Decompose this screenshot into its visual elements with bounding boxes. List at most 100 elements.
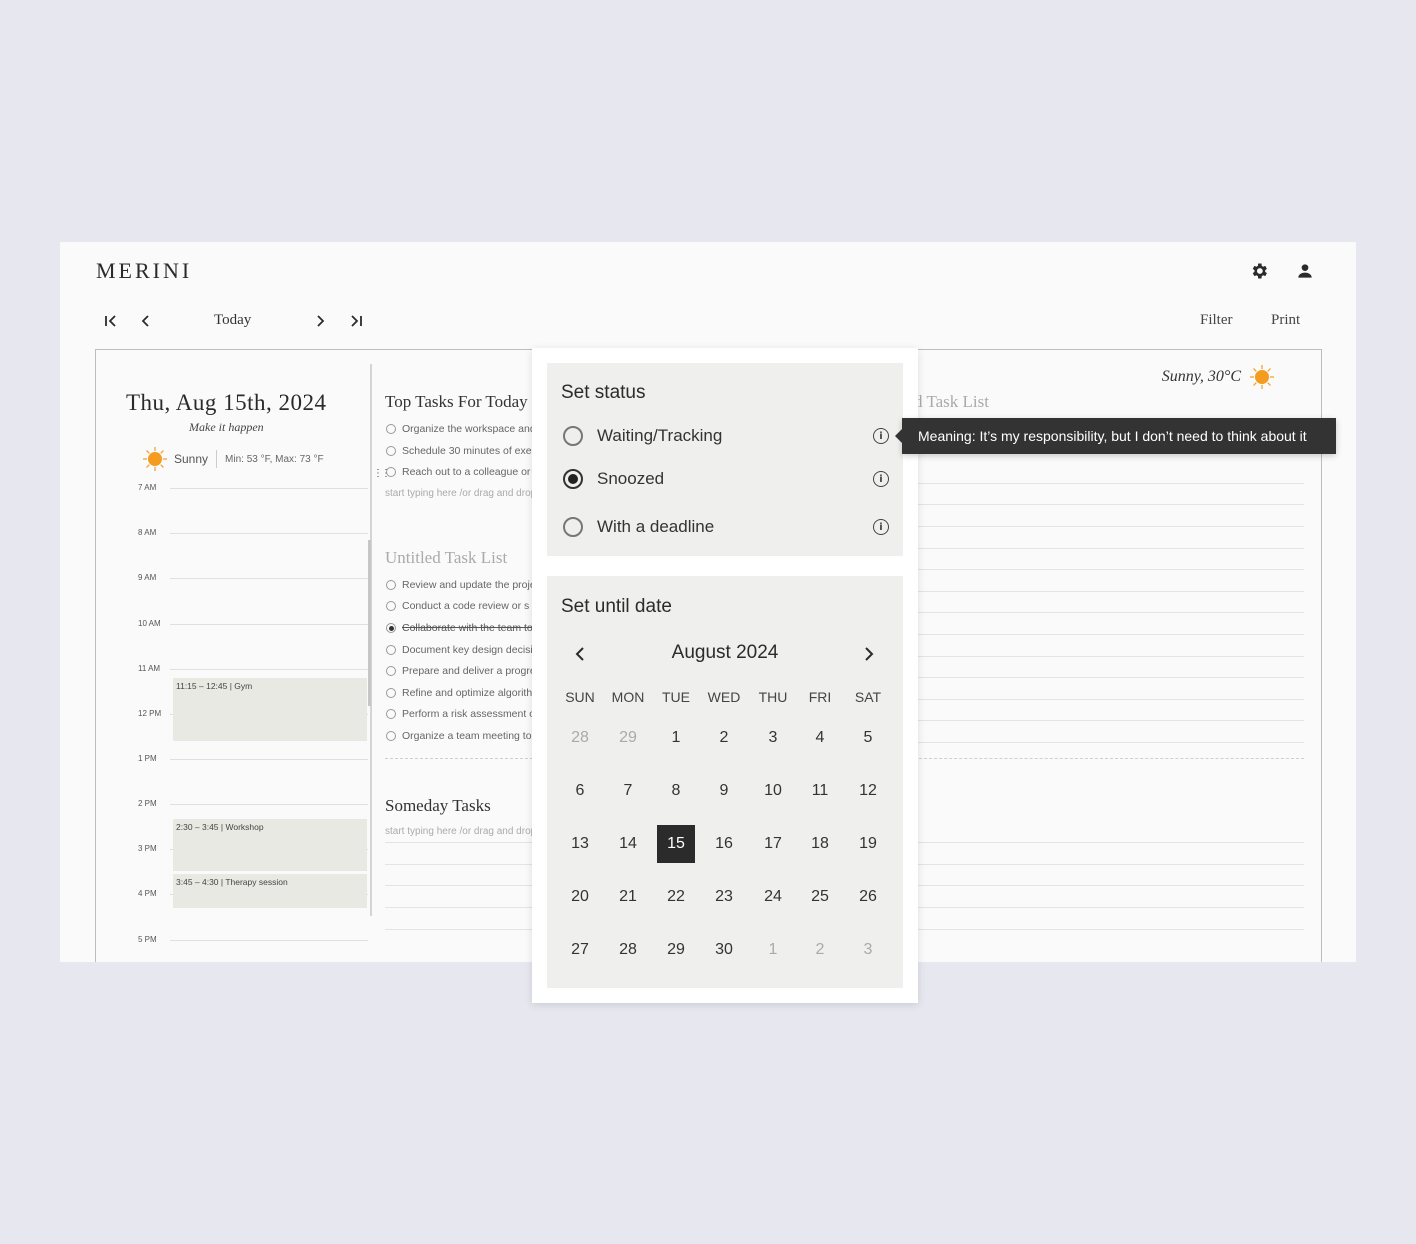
sun-icon: [1250, 365, 1274, 389]
calendar-day[interactable]: 25: [801, 878, 839, 916]
calendar-event[interactable]: 11:15 – 12:45 | Gym: [173, 678, 367, 741]
calendar-day[interactable]: 29: [657, 931, 695, 969]
task-item[interactable]: Organize the workspace and: [386, 423, 532, 435]
calendar-day[interactable]: 14: [609, 825, 647, 863]
calendar-day[interactable]: 2: [801, 931, 839, 969]
new-task-input[interactable]: start typing here /or drag and drop: [385, 826, 533, 837]
calendar-day[interactable]: 24: [754, 878, 792, 916]
task-item[interactable]: Reach out to a colleague or: [386, 466, 532, 478]
calendar-day[interactable]: 8: [657, 772, 695, 810]
task-item[interactable]: Collaborate with the team to: [386, 622, 532, 634]
list-title-untitled[interactable]: Untitled Task List: [385, 548, 507, 568]
calendar-day[interactable]: 16: [705, 825, 743, 863]
weekday-label: THU: [758, 689, 788, 705]
status-option-snoozed[interactable]: Snoozed i: [563, 464, 889, 494]
gear-icon[interactable]: [1247, 259, 1271, 283]
task-checkbox[interactable]: [386, 580, 396, 590]
list-title-someday[interactable]: Someday Tasks: [385, 796, 491, 816]
calendar-day[interactable]: 17: [754, 825, 792, 863]
list-title-right[interactable]: d Task List: [914, 392, 989, 412]
radio-button[interactable]: [563, 426, 583, 446]
calendar-day[interactable]: 28: [561, 719, 599, 757]
calendar-day[interactable]: 22: [657, 878, 695, 916]
last-page-icon[interactable]: [344, 310, 368, 332]
radio-button[interactable]: [563, 517, 583, 537]
task-checkbox[interactable]: [386, 446, 396, 456]
task-checkbox[interactable]: [386, 709, 396, 719]
task-checkbox-checked[interactable]: [386, 623, 396, 633]
task-checkbox[interactable]: [386, 467, 396, 477]
calendar-day[interactable]: 30: [705, 931, 743, 969]
calendar-day[interactable]: 3: [849, 931, 887, 969]
calendar-day[interactable]: 29: [609, 719, 647, 757]
chevron-right-icon[interactable]: [859, 644, 879, 664]
new-task-input[interactable]: start typing here /or drag and drop: [385, 488, 533, 499]
weekday-label: WED: [707, 689, 741, 705]
radio-button-selected[interactable]: [563, 469, 583, 489]
task-checkbox[interactable]: [386, 731, 396, 741]
calendar-day[interactable]: 5: [849, 719, 887, 757]
chevron-left-icon[interactable]: [134, 310, 158, 332]
calendar-day[interactable]: 10: [754, 772, 792, 810]
calendar-day-selected[interactable]: 15: [657, 825, 695, 863]
calendar-day[interactable]: 18: [801, 825, 839, 863]
task-item[interactable]: Prepare and deliver a progress: [386, 665, 532, 677]
chevron-right-icon[interactable]: [308, 310, 332, 332]
status-option-deadline[interactable]: With a deadline i: [563, 512, 889, 542]
chevron-left-icon[interactable]: [570, 644, 590, 664]
weather-summary: Sunny Min: 53 °F, Max: 73 °F: [142, 446, 324, 472]
calendar-day[interactable]: 2: [705, 719, 743, 757]
calendar-day[interactable]: 19: [849, 825, 887, 863]
hour-row: 1 PM: [138, 754, 368, 763]
info-icon[interactable]: i: [873, 519, 889, 535]
weather-badge-text: Sunny, 30°C: [1161, 368, 1241, 385]
task-checkbox[interactable]: [386, 601, 396, 611]
calendar-day[interactable]: 28: [609, 931, 647, 969]
calendar-day[interactable]: 1: [754, 931, 792, 969]
calendar-day[interactable]: 4: [801, 719, 839, 757]
status-popup: Set status Waiting/Tracking i Snoozed i …: [532, 348, 918, 1003]
task-item[interactable]: Schedule 30 minutes of exercise: [386, 445, 532, 457]
calendar-day[interactable]: 3: [754, 719, 792, 757]
task-checkbox[interactable]: [386, 688, 396, 698]
calendar-day[interactable]: 12: [849, 772, 887, 810]
temperature-range: Min: 53 °F, Max: 73 °F: [225, 453, 324, 465]
task-checkbox[interactable]: [386, 645, 396, 655]
hour-label: 1 PM: [138, 754, 157, 763]
task-item[interactable]: Organize a team meeting to: [386, 730, 532, 742]
status-option-waiting[interactable]: Waiting/Tracking i: [563, 421, 889, 451]
calendar-day[interactable]: 11: [801, 772, 839, 810]
info-icon[interactable]: i: [873, 428, 889, 444]
calendar-day[interactable]: 23: [705, 878, 743, 916]
app-logo: MERINI: [96, 258, 193, 283]
calendar-day[interactable]: 7: [609, 772, 647, 810]
calendar-day[interactable]: 13: [561, 825, 599, 863]
task-item[interactable]: Conduct a code review or s: [386, 600, 532, 612]
calendar-day[interactable]: 9: [705, 772, 743, 810]
task-checkbox[interactable]: [386, 424, 396, 434]
calendar-day[interactable]: 26: [849, 878, 887, 916]
task-item[interactable]: Refine and optimize algorithms: [386, 687, 532, 699]
task-checkbox[interactable]: [386, 666, 396, 676]
list-divider: [385, 758, 533, 759]
calendar-day[interactable]: 27: [561, 931, 599, 969]
today-button[interactable]: Today: [214, 312, 251, 329]
calendar-day[interactable]: 21: [609, 878, 647, 916]
info-icon[interactable]: i: [873, 471, 889, 487]
calendar-day[interactable]: 1: [657, 719, 695, 757]
calendar-event[interactable]: 2:30 – 3:45 | Workshop: [173, 819, 367, 871]
filter-button[interactable]: Filter: [1200, 312, 1233, 329]
status-panel-title: Set status: [561, 382, 646, 403]
task-item[interactable]: Document key design decisions: [386, 644, 532, 656]
calendar-event[interactable]: 3:45 – 4:30 | Therapy session: [173, 874, 367, 908]
task-item[interactable]: Review and update the project: [386, 579, 532, 591]
person-icon[interactable]: [1293, 259, 1317, 283]
motto-text: Make it happen: [189, 420, 264, 434]
calendar-day[interactable]: 20: [561, 878, 599, 916]
list-title-top-tasks[interactable]: Top Tasks For Today: [385, 392, 528, 412]
print-button[interactable]: Print: [1271, 312, 1300, 329]
task-item[interactable]: Perform a risk assessment of: [386, 708, 532, 720]
first-page-icon[interactable]: [99, 310, 123, 332]
calendar-day[interactable]: 6: [561, 772, 599, 810]
scrollbar[interactable]: [368, 540, 371, 706]
